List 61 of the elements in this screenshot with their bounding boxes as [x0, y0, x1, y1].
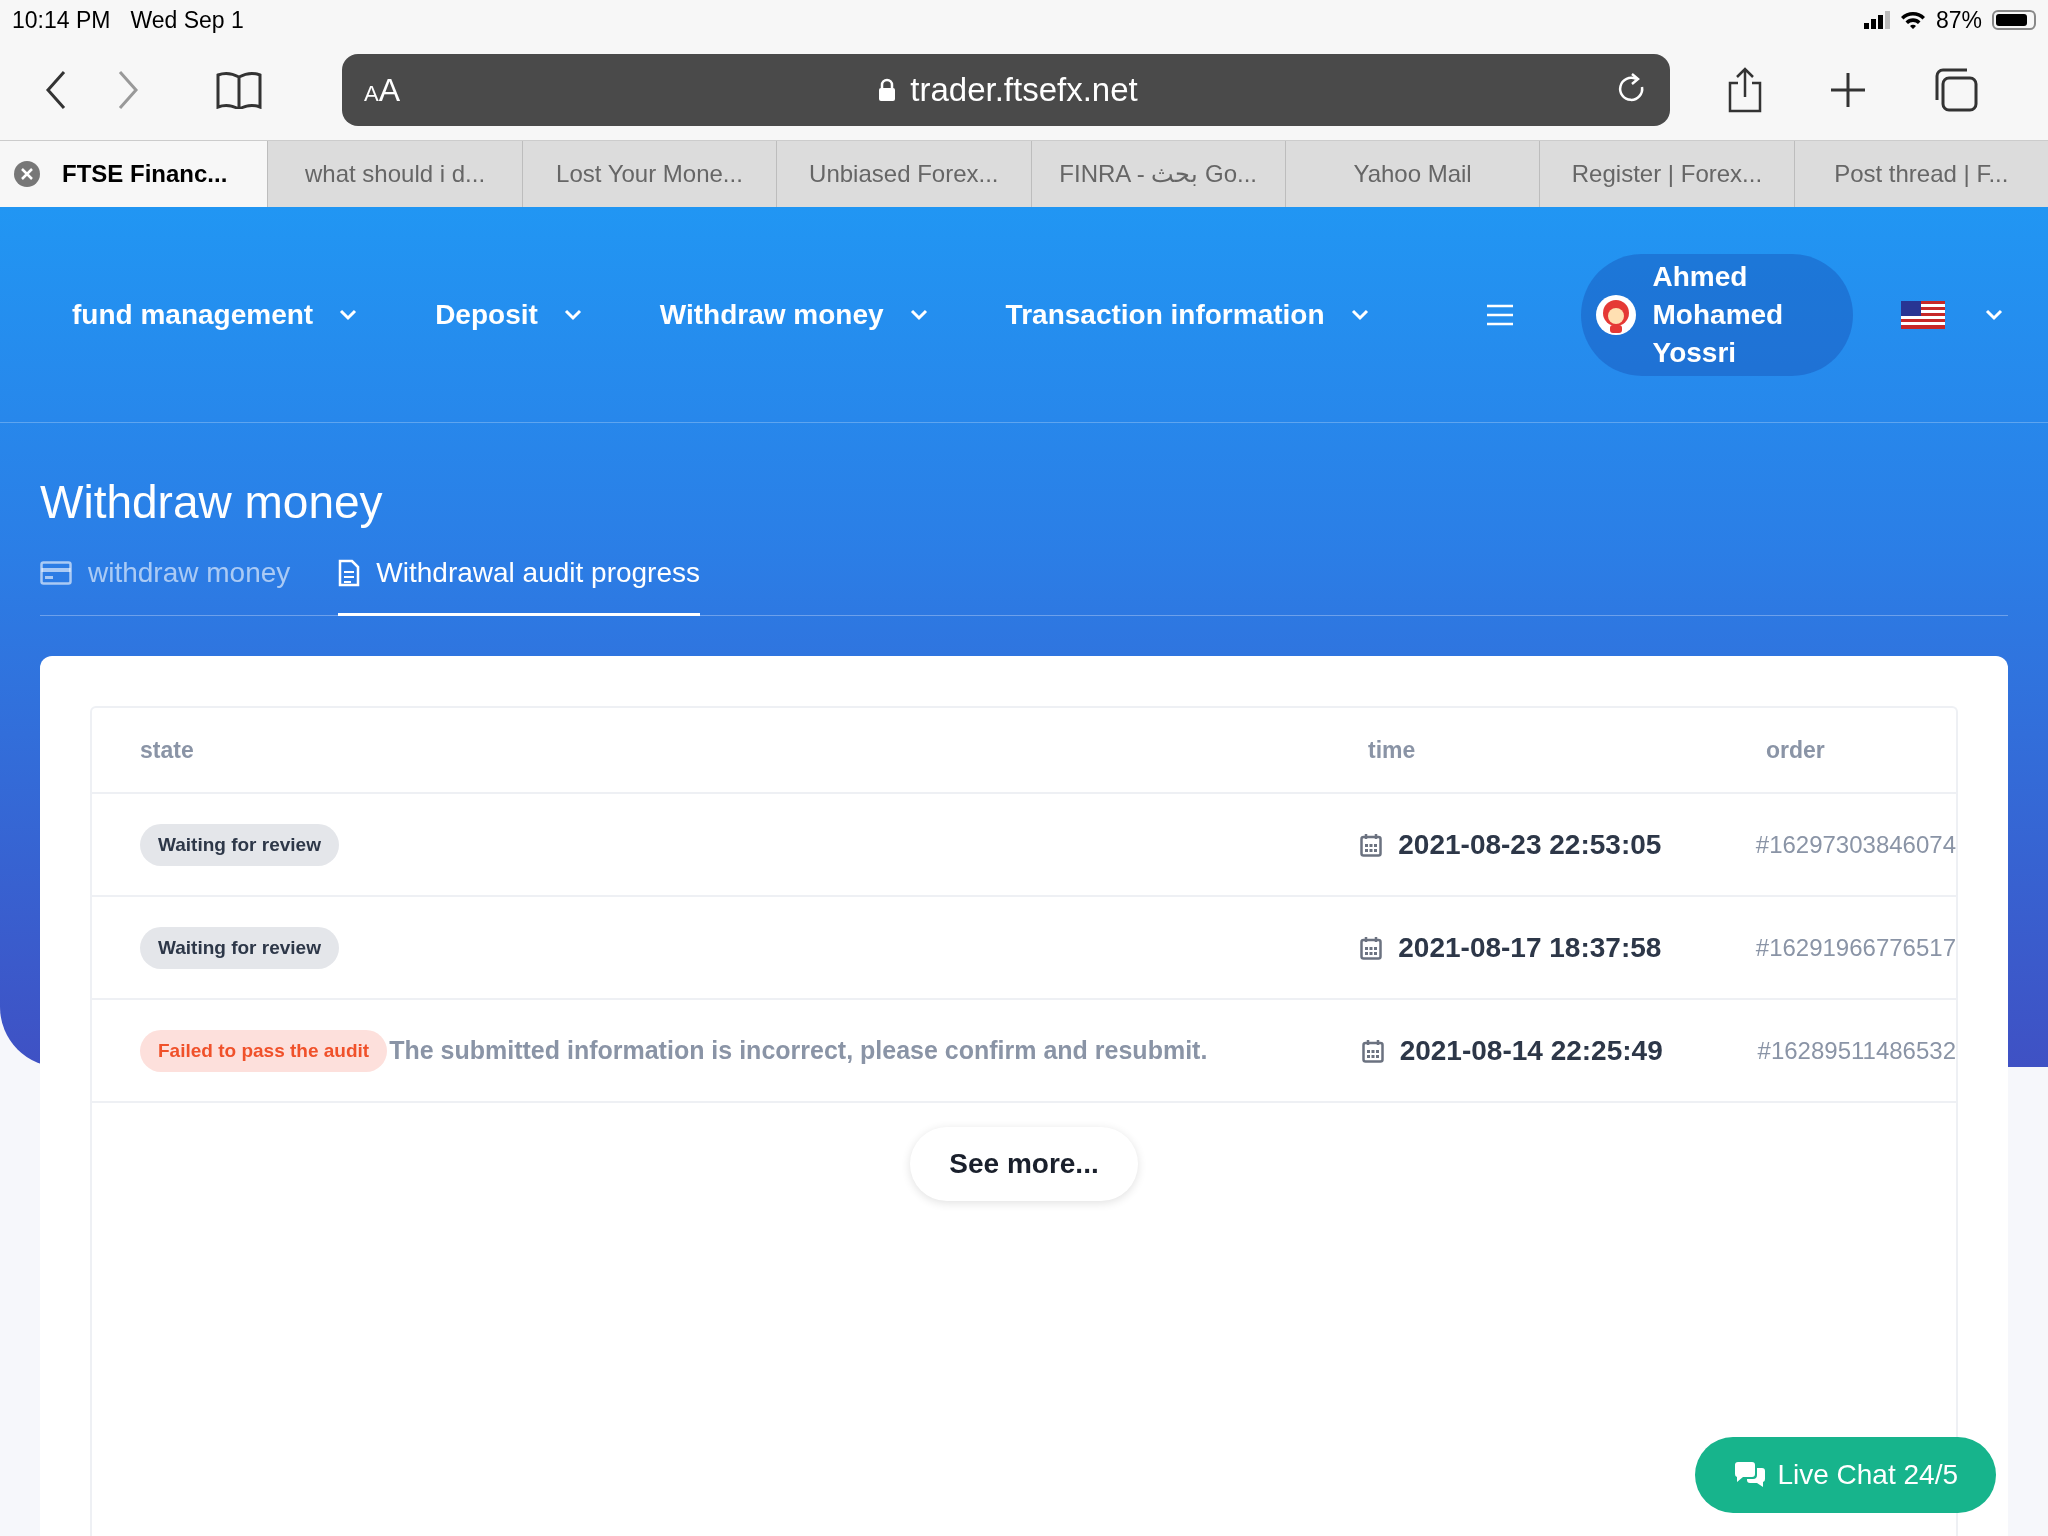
- address-bar[interactable]: AA trader.ftsefx.net: [342, 54, 1670, 126]
- share-icon[interactable]: [1726, 67, 1764, 113]
- table-cell: 2021-08-17 18:37:58: [1398, 931, 1662, 964]
- battery-percent: 87%: [1935, 6, 1982, 34]
- table-cell: #16297303846074: [1755, 830, 1956, 859]
- text-size-button[interactable]: AA: [364, 71, 401, 109]
- page-title: Withdraw money: [39, 475, 384, 529]
- chat-icon: [1733, 1461, 1768, 1489]
- live-chat-button[interactable]: Live Chat 24/5: [1695, 1437, 1996, 1513]
- credit-card-icon: [40, 561, 72, 585]
- status-badge: Failed to pass the audit: [140, 1029, 388, 1072]
- section-tab[interactable]: Withdrawal audit progress: [338, 549, 700, 616]
- status-badge: Waiting for review: [140, 926, 339, 969]
- avatar-icon: [1594, 293, 1637, 336]
- table-cell: #16289511486532: [1757, 1036, 1956, 1065]
- calendar-icon: [1360, 935, 1383, 960]
- battery-icon: [1992, 10, 2036, 30]
- tab-title: what should i d...: [305, 160, 486, 188]
- column-header: state: [139, 736, 195, 764]
- column-header: order: [1766, 736, 1826, 764]
- nav-menu-item[interactable]: Withdraw money: [659, 298, 928, 331]
- chevron-down-icon: [339, 308, 358, 321]
- close-icon[interactable]: [14, 161, 40, 187]
- lock-icon: [878, 78, 897, 102]
- table-cell: 2021-08-14 22:25:49: [1399, 1034, 1663, 1067]
- status-badge: Waiting for review: [140, 823, 339, 866]
- table-cell: #16291966776517: [1755, 933, 1956, 962]
- tab-title: Post thread | F...: [1834, 160, 2009, 188]
- tab-title: Lost Your Mone...: [556, 160, 743, 188]
- document-icon: [338, 559, 361, 587]
- browser-tab[interactable]: FTSE Financ...: [0, 141, 268, 207]
- forward-icon[interactable]: [116, 70, 140, 110]
- plus-icon[interactable]: [1830, 72, 1866, 108]
- calendar-icon: [1360, 832, 1383, 857]
- section-tab[interactable]: withdraw money: [40, 549, 291, 616]
- menu-icon[interactable]: [1486, 303, 1513, 326]
- nav-menu-item[interactable]: Transaction information: [1005, 298, 1369, 331]
- tab-title: Yahoo Mail: [1353, 160, 1472, 188]
- nav-menu-item[interactable]: Deposit: [435, 298, 582, 331]
- back-icon[interactable]: [44, 70, 68, 110]
- column-header: time: [1368, 736, 1417, 764]
- chevron-down-icon: [1350, 308, 1369, 321]
- tab-title: FTSE Financ...: [62, 160, 228, 188]
- see-more-button[interactable]: See more...: [910, 1127, 1138, 1201]
- chevron-down-icon: [563, 308, 582, 321]
- status-date: Wed Sep 1: [130, 6, 244, 34]
- url-text: trader.ftsefx.net: [910, 71, 1138, 109]
- user-menu[interactable]: Ahmed Mohamed Yossri: [1580, 253, 1853, 376]
- signal-icon: [1863, 11, 1890, 29]
- tab-title: Register | Forex...: [1571, 160, 1763, 188]
- tab-title: Unbiased Forex...: [809, 160, 999, 188]
- book-icon[interactable]: [216, 71, 262, 109]
- tab-title: FINRA - بحث Go...: [1059, 160, 1258, 188]
- status-time: 10:14 PM: [12, 6, 111, 34]
- chevron-down-icon[interactable]: [1984, 308, 2003, 321]
- chevron-down-icon: [909, 308, 928, 321]
- table-cell: 2021-08-23 22:53:05: [1398, 828, 1662, 861]
- wifi-icon: [1899, 10, 1926, 30]
- calendar-icon: [1361, 1038, 1384, 1063]
- status-message: The submitted information is incorrect, please confirm and resubmit.: [389, 1036, 1208, 1065]
- nav-menu-item[interactable]: fund management: [72, 298, 358, 331]
